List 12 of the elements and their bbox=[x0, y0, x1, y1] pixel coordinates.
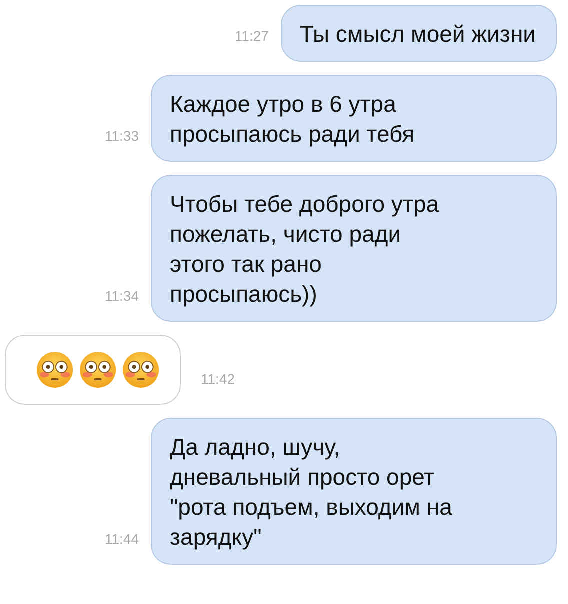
flushed-face-icon bbox=[79, 351, 117, 389]
message-time: 11:33 bbox=[105, 128, 139, 146]
flushed-face-icon bbox=[122, 351, 160, 389]
message-text: Каждое утро в 6 утра просыпаюсь ради тебя bbox=[170, 90, 416, 149]
message-time: 11:42 bbox=[201, 371, 235, 389]
message-time: 11:34 bbox=[105, 288, 139, 306]
message-text: Ты смысл моей жизни bbox=[300, 20, 536, 49]
message-time: 11:27 bbox=[234, 28, 269, 46]
message-text: Чтобы тебе доброго утра пожелать, чисто ради этого так рано просыпаюсь)) bbox=[170, 190, 440, 309]
message-time: 11:44 bbox=[105, 531, 139, 549]
flushed-face-icon bbox=[36, 351, 74, 389]
message-text: Да ладно, шучу, дневальный просто орет "рота подъем, выходим на зарядку" bbox=[170, 433, 454, 552]
